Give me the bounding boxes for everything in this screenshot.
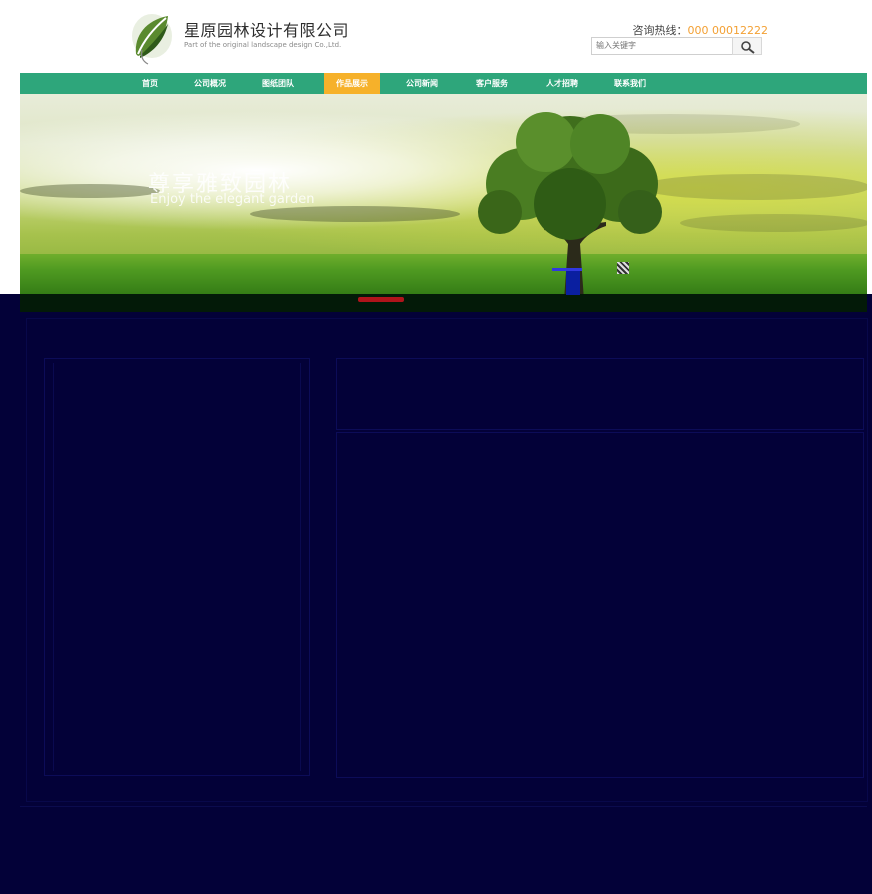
banner-ground — [20, 254, 867, 294]
footer-divider — [20, 806, 867, 807]
banner-bottom-strip — [20, 294, 867, 312]
banner-cloud — [680, 214, 867, 232]
nav-item-team[interactable]: 图纸团队 — [254, 73, 302, 94]
hotline-number: 000 00012222 — [687, 24, 768, 37]
render-artifact — [617, 262, 629, 274]
nav-item-contact[interactable]: 联系我们 — [606, 73, 654, 94]
nav-item-works[interactable]: 作品展示 — [324, 73, 380, 94]
site-header: 星原园林设计有限公司 Part of the original landscap… — [0, 0, 872, 72]
hotline-label: 咨询热线： — [632, 24, 688, 37]
right-panel — [336, 432, 864, 778]
right-top-panel — [336, 358, 864, 430]
left-panel — [44, 358, 310, 776]
render-artifact — [566, 271, 580, 295]
slider-indicator[interactable] — [358, 297, 404, 302]
search-input[interactable] — [591, 37, 733, 55]
hotline: 咨询热线：000 00012222 — [633, 22, 768, 38]
main-nav: 首页 公司概况 图纸团队 作品展示 公司新闻 客户服务 人才招聘 联系我们 — [20, 73, 867, 94]
nav-item-jobs[interactable]: 人才招聘 — [538, 73, 586, 94]
banner-subtitle: Enjoy the elegant garden — [150, 192, 315, 207]
nav-item-service[interactable]: 客户服务 — [468, 73, 516, 94]
nav-item-about[interactable]: 公司概况 — [186, 73, 234, 94]
hero-banner[interactable]: 尊享雅致园林 Enjoy the elegant garden — [20, 94, 867, 294]
search-button[interactable] — [732, 37, 762, 55]
company-name: 星原园林设计有限公司 — [184, 21, 350, 40]
left-panel-inner — [53, 363, 301, 771]
banner-cloud — [20, 184, 160, 198]
tree-illustration — [478, 112, 662, 294]
logo-text[interactable]: 星原园林设计有限公司 Part of the original landscap… — [184, 22, 349, 50]
nav-item-home[interactable]: 首页 — [133, 73, 167, 94]
search-icon — [741, 41, 755, 54]
company-name-en: Part of the original landscape design Co… — [184, 41, 342, 49]
banner-cloud — [250, 206, 460, 222]
leaf-logo-icon[interactable] — [128, 10, 176, 66]
nav-item-news[interactable]: 公司新闻 — [398, 73, 446, 94]
footer — [0, 806, 872, 894]
search-bar — [591, 37, 763, 55]
